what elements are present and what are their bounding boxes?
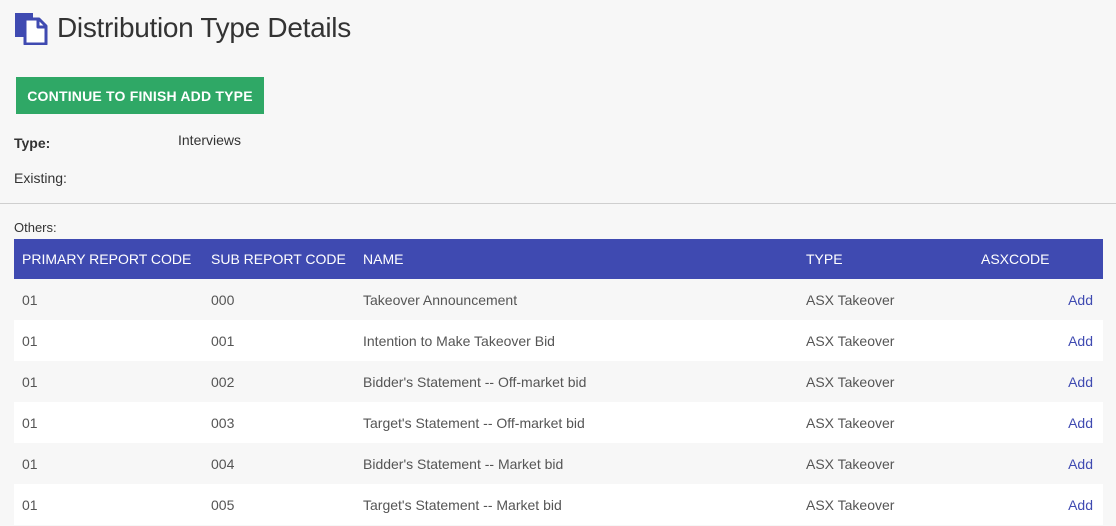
- add-link[interactable]: Add: [1068, 497, 1093, 513]
- cell-asxcode: Add: [973, 320, 1103, 361]
- table-row: 01 001 Intention to Make Takeover Bid AS…: [14, 320, 1103, 361]
- table-header-row: PRIMARY REPORT CODE SUB REPORT CODE NAME…: [14, 239, 1103, 279]
- cell-sub-report-code: 004: [211, 455, 235, 472]
- table-row: 01 005 Target's Statement -- Market bid …: [14, 484, 1103, 525]
- add-link[interactable]: Add: [1068, 333, 1093, 349]
- cell-name: Bidder's Statement -- Market bid: [363, 455, 564, 472]
- others-label: Others:: [14, 220, 57, 235]
- cell-type: ASX Takeover: [806, 455, 895, 472]
- cell-asxcode: Add: [973, 484, 1103, 525]
- column-header-name[interactable]: NAME: [355, 239, 798, 279]
- table-row: 01 000 Takeover Announcement ASX Takeove…: [14, 279, 1103, 320]
- cell-type: ASX Takeover: [806, 291, 895, 308]
- cell-sub-report-code: 002: [211, 373, 235, 390]
- cell-primary-report-code: 01: [22, 332, 38, 349]
- add-link[interactable]: Add: [1068, 415, 1093, 431]
- cell-asxcode: Add: [973, 402, 1103, 443]
- cell-asxcode: Add: [973, 279, 1103, 320]
- type-label: Type:: [14, 135, 51, 151]
- table-row: 01 004 Bidder's Statement -- Market bid …: [14, 443, 1103, 484]
- cell-name: Target's Statement -- Off-market bid: [363, 414, 585, 431]
- cell-sub-report-code: 003: [211, 414, 235, 431]
- type-value: Interviews: [178, 132, 242, 148]
- cell-name: Bidder's Statement -- Off-market bid: [363, 373, 587, 390]
- continue-to-finish-button[interactable]: CONTINUE TO FINISH ADD TYPE: [16, 77, 264, 114]
- cell-sub-report-code: 001: [211, 332, 235, 349]
- cell-primary-report-code: 01: [22, 455, 38, 472]
- column-header-primary-report-code[interactable]: PRIMARY REPORT CODE: [14, 239, 203, 279]
- cell-asxcode: Add: [973, 361, 1103, 402]
- distribution-types-table: PRIMARY REPORT CODE SUB REPORT CODE NAME…: [14, 239, 1103, 525]
- cell-type: ASX Takeover: [806, 414, 895, 431]
- existing-label: Existing:: [14, 170, 67, 186]
- cell-primary-report-code: 01: [22, 373, 38, 390]
- add-link[interactable]: Add: [1068, 456, 1093, 472]
- column-header-asxcode[interactable]: ASXCODE: [973, 239, 1103, 279]
- cell-type: ASX Takeover: [806, 496, 895, 513]
- document-copy-icon: [14, 11, 48, 45]
- section-divider: [0, 203, 1116, 204]
- column-header-sub-report-code[interactable]: SUB REPORT CODE: [203, 239, 355, 279]
- add-link[interactable]: Add: [1068, 292, 1093, 308]
- cell-primary-report-code: 01: [22, 414, 38, 431]
- page-header: Distribution Type Details: [14, 10, 351, 46]
- cell-primary-report-code: 01: [22, 291, 38, 308]
- cell-type: ASX Takeover: [806, 332, 895, 349]
- cell-asxcode: Add: [973, 443, 1103, 484]
- cell-name: Intention to Make Takeover Bid: [363, 332, 555, 349]
- cell-primary-report-code: 01: [22, 496, 38, 513]
- cell-sub-report-code: 005: [211, 496, 235, 513]
- table-row: 01 002 Bidder's Statement -- Off-market …: [14, 361, 1103, 402]
- page-title: Distribution Type Details: [57, 12, 351, 43]
- column-header-type[interactable]: TYPE: [798, 239, 973, 279]
- add-link[interactable]: Add: [1068, 374, 1093, 390]
- table-row: 01 003 Target's Statement -- Off-market …: [14, 402, 1103, 443]
- cell-sub-report-code: 000: [211, 291, 235, 308]
- cell-name: Target's Statement -- Market bid: [363, 496, 562, 513]
- cell-type: ASX Takeover: [806, 373, 895, 390]
- cell-name: Takeover Announcement: [363, 291, 518, 308]
